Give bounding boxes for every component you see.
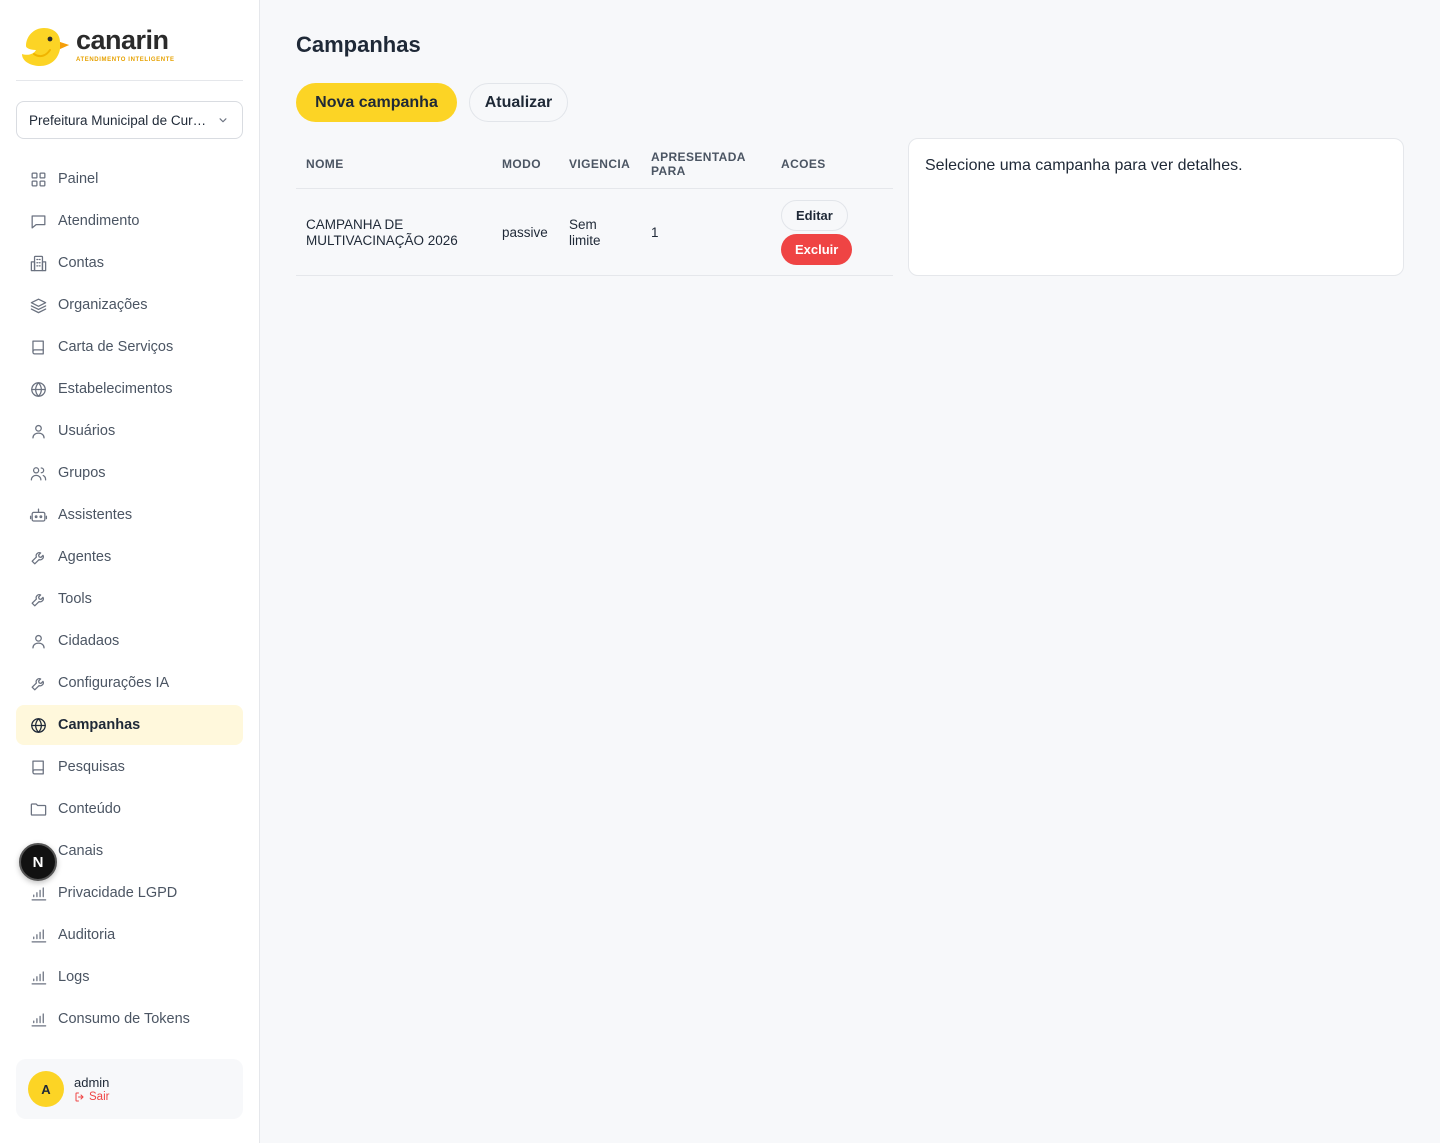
sidebar-item-agentes[interactable]: Agentes [16, 537, 243, 577]
column-header-acoes: ACOES [781, 156, 826, 171]
sidebar-item-label: Atendimento [58, 213, 140, 229]
sidebar-item-consumo-de-tokens[interactable]: Consumo de Tokens [16, 999, 243, 1039]
building-icon [28, 253, 48, 273]
sidebar-item-organizacoes[interactable]: Organizações [16, 285, 243, 325]
sidebar-item-label: Auditoria [58, 927, 116, 943]
cell-vigencia: Sem limite [569, 216, 601, 248]
sidebar-item-estabelecimentos[interactable]: Estabelecimentos [16, 369, 243, 409]
sidebar-item-label: Grupos [58, 465, 106, 481]
campaigns-table: NOME MODO VIGENCIA APRESENTADA PARA ACOE… [296, 138, 893, 276]
brand-name: canarin [76, 25, 169, 55]
organization-select[interactable]: Prefeitura Municipal de Cur… [16, 101, 243, 139]
sidebar-item-label: Agentes [58, 549, 112, 565]
column-header-nome: NOME [306, 156, 344, 171]
sidebar-item-label: Configurações IA [58, 675, 170, 691]
sidebar-item-label: Canais [58, 843, 104, 859]
logout-link[interactable]: Sair [74, 1090, 109, 1104]
cell-modo: passive [502, 224, 548, 240]
cell-acoes: Editar Excluir [781, 189, 891, 276]
sidebar-item-label: Conteúdo [58, 801, 121, 817]
logout-label: Sair [89, 1090, 110, 1103]
brand-tagline: ATENDIMENTO INTELIGENTE [76, 57, 175, 63]
user-name: admin [74, 1074, 110, 1090]
sidebar-item-label: Tools [58, 591, 92, 607]
layers-icon [28, 295, 48, 315]
sidebar-item-label: Pesquisas [58, 759, 125, 775]
sidebar-item-cidadaos[interactable]: Cidadaos [16, 621, 243, 661]
sidebar-item-label: Assistentes [58, 507, 133, 523]
sidebar-item-label: Logs [58, 969, 90, 985]
wrench-icon [28, 589, 48, 609]
chat-icon [28, 211, 48, 231]
column-header-vigencia: VIGENCIA [569, 156, 631, 171]
sidebar-item-label: Privacidade LGPD [58, 885, 178, 901]
sidebar-item-assistentes[interactable]: Assistentes [16, 495, 243, 535]
sidebar-item-pesquisas[interactable]: Pesquisas [16, 747, 243, 787]
cell-nome: CAMPANHA DE MULTIVACINAÇÃO 2026 [306, 216, 458, 248]
user-icon [28, 421, 48, 441]
book-icon [28, 757, 48, 777]
chevron-down-icon [219, 118, 227, 123]
sidebar-item-label: Organizações [58, 297, 148, 313]
avatar: A [28, 1071, 64, 1107]
sidebar-item-configuracoes-ia[interactable]: Configurações IA [16, 663, 243, 703]
sidebar-item-usuarios[interactable]: Usuários [16, 411, 243, 451]
globe-icon [28, 379, 48, 399]
table-header: NOME MODO VIGENCIA APRESENTADA PARA ACOE… [296, 138, 893, 189]
sidebar-nav: Painel Atendimento Contas Organizações Carta… [16, 159, 243, 1041]
logout-icon [75, 1092, 84, 1101]
details-placeholder: Selecione uma campanha para ver detalhes… [925, 157, 1243, 174]
bot-icon [28, 505, 48, 525]
sidebar-item-carta-de-servicos[interactable]: Carta de Serviços [16, 327, 243, 367]
sidebar-item-logs[interactable]: Logs [16, 957, 243, 997]
column-header-apresentada: APRESENTADA PARA [651, 149, 746, 178]
chart-icon [28, 883, 48, 903]
sidebar-item-label: Estabelecimentos [58, 381, 173, 397]
refresh-button[interactable]: Atualizar [469, 83, 568, 122]
sidebar-item-atendimento[interactable]: Atendimento [16, 201, 243, 241]
sidebar-item-label: Usuários [58, 423, 116, 439]
delete-button[interactable]: Excluir [781, 234, 853, 265]
sidebar-item-label: Cidadaos [58, 633, 120, 649]
globe-icon [28, 715, 48, 735]
book-icon [28, 337, 48, 357]
table-row[interactable]: CAMPANHA DE MULTIVACINAÇÃO 2026 passive … [296, 189, 893, 276]
new-campaign-button[interactable]: Nova campanha [296, 83, 457, 122]
chart-icon [28, 925, 48, 945]
wrench-icon [28, 673, 48, 693]
sidebar-item-painel[interactable]: Painel [16, 159, 243, 199]
brand-logo[interactable]: canarin ATENDIMENTO INTELIGENTE [20, 24, 175, 68]
nextjs-dev-badge[interactable]: N [19, 843, 57, 881]
sidebar: canarin ATENDIMENTO INTELIGENTE Prefeitu… [0, 0, 260, 1143]
sidebar-item-label: Campanhas [58, 717, 141, 733]
page-title: Campanhas [296, 32, 421, 57]
campaign-details-panel: Selecione uma campanha para ver detalhes… [908, 138, 1404, 276]
sidebar-item-privacidade-lgpd[interactable]: Privacidade LGPD [16, 873, 243, 913]
sidebar-item-label: Consumo de Tokens [58, 1011, 190, 1027]
chart-icon [28, 1009, 48, 1029]
cell-apresentada: 1 [651, 224, 659, 240]
user-icon [28, 631, 48, 651]
chart-icon [28, 967, 48, 987]
sidebar-item-auditoria[interactable]: Auditoria [16, 915, 243, 955]
user-card: A admin Sair [16, 1059, 243, 1119]
sidebar-item-contas[interactable]: Contas [16, 243, 243, 283]
folder-icon [28, 799, 48, 819]
sidebar-item-label: Contas [58, 255, 104, 271]
grid-icon [28, 169, 48, 189]
sidebar-item-label: Painel [58, 171, 99, 187]
sidebar-item-conteudo[interactable]: Conteúdo [16, 789, 243, 829]
canary-logo-icon [22, 28, 69, 66]
sidebar-item-campanhas[interactable]: Campanhas [16, 705, 243, 745]
wrench-icon [28, 547, 48, 567]
organization-select-value: Prefeitura Municipal de Cur… [29, 112, 207, 128]
sidebar-item-label: Carta de Serviços [58, 339, 174, 355]
column-header-modo: MODO [502, 156, 541, 171]
divider [16, 80, 243, 81]
sidebar-item-grupos[interactable]: Grupos [16, 453, 243, 493]
users-icon [28, 463, 48, 483]
edit-button[interactable]: Editar [781, 200, 848, 231]
sidebar-item-tools[interactable]: Tools [16, 579, 243, 619]
